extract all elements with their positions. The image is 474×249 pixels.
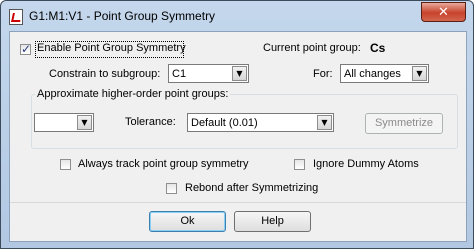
- rebond-checkbox[interactable]: [166, 183, 177, 194]
- always-track-checkbox[interactable]: [60, 159, 71, 170]
- enable-symmetry-label[interactable]: Enable Point Group Symmetry: [37, 42, 186, 54]
- for-label: For:: [313, 68, 333, 80]
- point-group-dropdown[interactable]: ▼: [34, 113, 94, 132]
- symmetrize-button[interactable]: Symmetrize: [365, 113, 443, 134]
- close-button[interactable]: ✕: [421, 2, 466, 22]
- always-track-label[interactable]: Always track point group symmetry: [78, 158, 249, 170]
- ignore-dummy-label[interactable]: Ignore Dummy Atoms: [313, 158, 419, 170]
- chevron-down-icon[interactable]: ▼: [77, 115, 92, 130]
- chevron-down-icon[interactable]: ▼: [232, 66, 247, 81]
- window-title: G1:M1:V1 - Point Group Symmetry: [29, 9, 216, 23]
- current-point-group-value: Cs: [370, 41, 386, 55]
- enable-symmetry-checkbox[interactable]: [20, 42, 31, 56]
- document-icon: [9, 9, 23, 25]
- tolerance-dropdown[interactable]: Default (0.01) ▼: [187, 113, 334, 132]
- rebond-label[interactable]: Rebond after Symmetrizing: [185, 182, 318, 194]
- ok-button[interactable]: Ok: [149, 211, 226, 232]
- chevron-down-icon[interactable]: ▼: [412, 66, 427, 81]
- chevron-down-icon[interactable]: ▼: [317, 115, 332, 130]
- ignore-dummy-checkbox[interactable]: [294, 159, 305, 170]
- close-icon: ✕: [438, 4, 449, 19]
- constrain-subgroup-dropdown[interactable]: C1 ▼: [168, 64, 249, 83]
- for-value: All changes: [344, 68, 401, 80]
- tolerance-label: Tolerance:: [125, 116, 176, 128]
- constrain-subgroup-label: Constrain to subgroup:: [49, 68, 161, 80]
- title-bar[interactable]: G1:M1:V1 - Point Group Symmetry ✕: [1, 1, 473, 31]
- tolerance-value: Default (0.01): [191, 117, 258, 129]
- constrain-subgroup-value: C1: [172, 68, 187, 80]
- help-button[interactable]: Help: [234, 211, 311, 232]
- button-bar: Ok Help: [10, 203, 466, 241]
- for-dropdown[interactable]: All changes ▼: [340, 64, 429, 83]
- dialog-window: G1:M1:V1 - Point Group Symmetry ✕ Enable…: [0, 0, 474, 249]
- dialog-body: Enable Point Group Symmetry Current poin…: [9, 31, 467, 242]
- approx-group-label: Approximate higher-order point groups:: [35, 88, 231, 100]
- current-point-group-label: Current point group:: [263, 42, 361, 54]
